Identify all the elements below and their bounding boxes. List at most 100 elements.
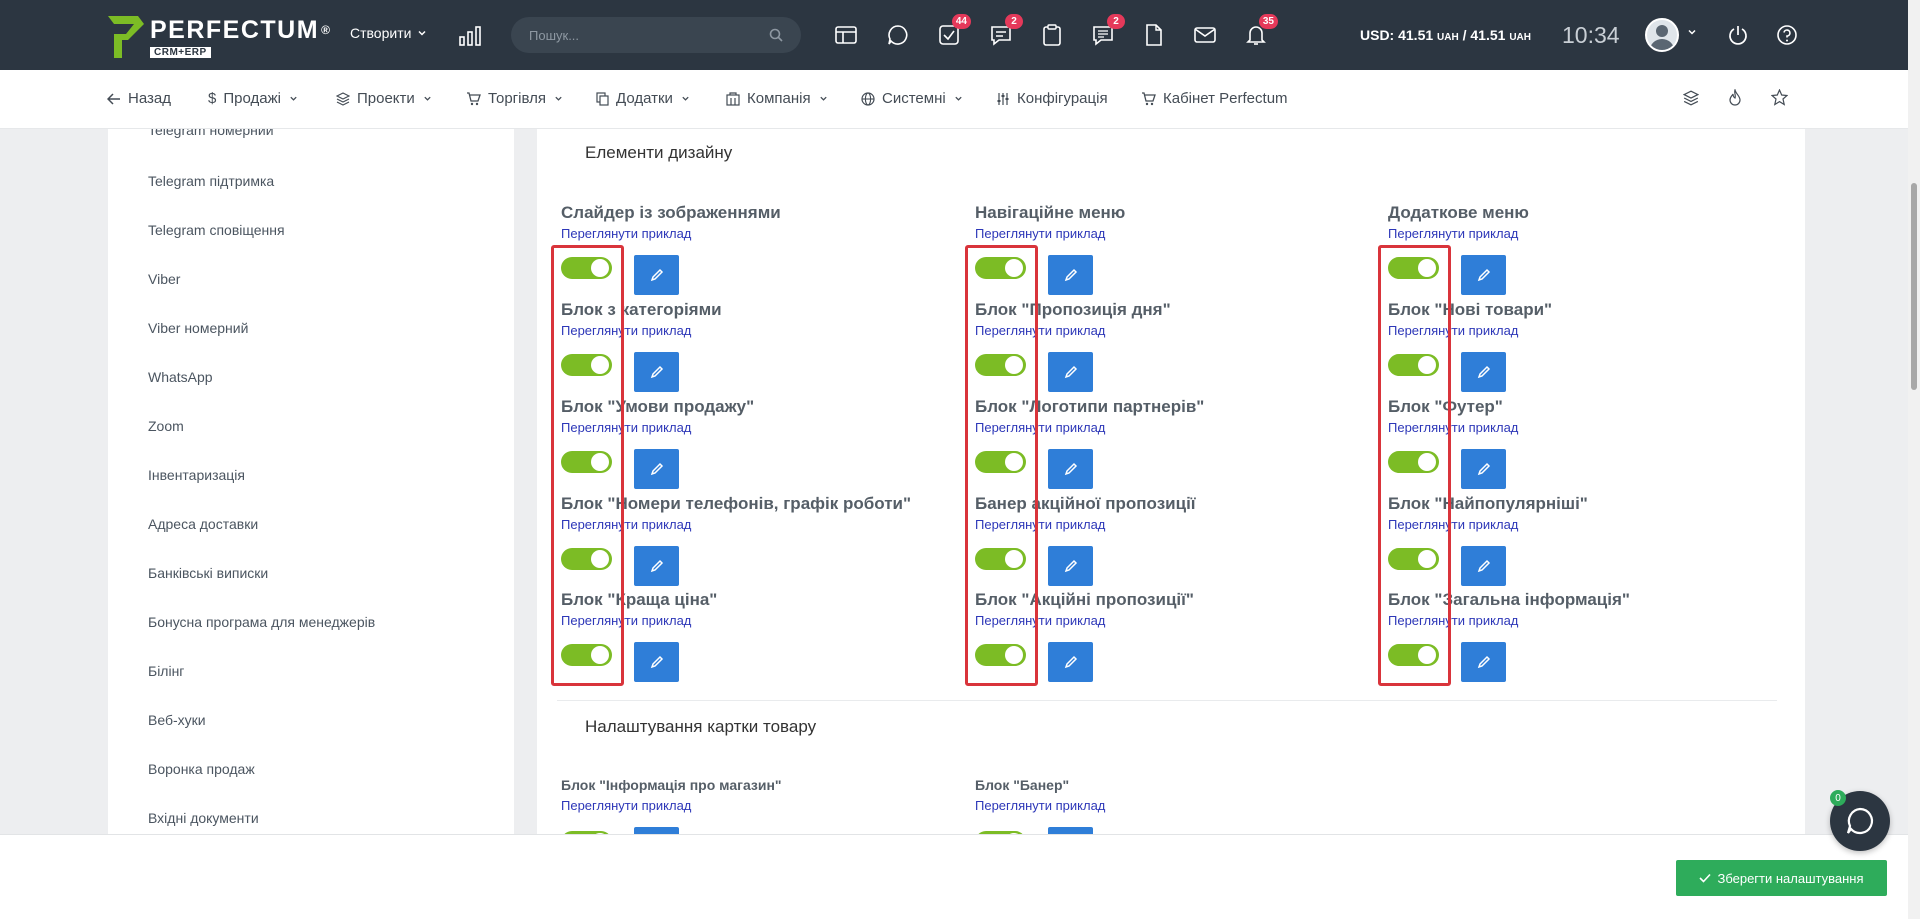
- clipboard-icon[interactable]: [1040, 23, 1064, 47]
- edit-button[interactable]: [1048, 352, 1093, 392]
- logo-mark-icon: [108, 16, 144, 58]
- save-settings-button[interactable]: Зберегти налаштування: [1676, 860, 1887, 896]
- nav-trade-label: Торгівля: [488, 90, 546, 107]
- nav-sales[interactable]: $ Продажі: [208, 90, 298, 107]
- edit-button[interactable]: [1048, 546, 1093, 586]
- view-example-link[interactable]: Переглянути приклад: [975, 226, 1375, 241]
- chevron-down-icon: [682, 96, 689, 101]
- pencil-icon: [650, 559, 663, 573]
- feature-title: Додаткове меню: [1388, 203, 1529, 222]
- toggle-highlight-box: [965, 245, 1038, 686]
- sidebar-item[interactable]: Viber номерний: [148, 320, 248, 336]
- view-example-link[interactable]: Переглянути приклад: [1388, 226, 1788, 241]
- sidebar-item[interactable]: Бонусна програма для менеджерів: [148, 614, 375, 630]
- nav-config[interactable]: Конфігурація: [996, 90, 1108, 107]
- chat-icon[interactable]: [886, 23, 910, 47]
- chevron-down-icon[interactable]: [1687, 27, 1697, 37]
- sidebar-item[interactable]: Адреса доставки: [148, 516, 258, 532]
- notes-icon[interactable]: 2: [1091, 14, 1125, 47]
- nav-projects[interactable]: Проекти: [336, 90, 432, 107]
- messages-badge: 2: [1005, 14, 1023, 29]
- layers-icon: [336, 91, 350, 106]
- help-icon[interactable]: [1775, 23, 1799, 47]
- view-example-link[interactable]: Переглянути приклад: [975, 798, 1375, 813]
- fire-icon[interactable]: [1727, 89, 1743, 107]
- view-example-link[interactable]: Переглянути приклад: [561, 226, 961, 241]
- mail-icon[interactable]: [1193, 23, 1217, 47]
- chat-count-badge: 0: [1830, 790, 1846, 806]
- top-header: PERFECTUM® CRM+ERP Створити 44 2 2: [0, 0, 1920, 70]
- nav-addons[interactable]: Додатки: [596, 90, 690, 107]
- pencil-icon: [1064, 462, 1077, 476]
- notes-badge: 2: [1107, 14, 1125, 29]
- nav-system[interactable]: Системні: [861, 90, 963, 107]
- chevron-down-icon: [424, 96, 431, 101]
- tasks-icon[interactable]: 44: [937, 14, 971, 47]
- logo[interactable]: PERFECTUM ® CRM+ERP: [108, 14, 331, 60]
- table-icon[interactable]: [834, 23, 858, 47]
- search-input[interactable]: [529, 27, 759, 43]
- nav-back[interactable]: Назад: [107, 90, 171, 107]
- globe-icon: [861, 91, 875, 106]
- edit-button[interactable]: [1461, 352, 1506, 392]
- scrollbar-thumb[interactable]: [1911, 183, 1917, 390]
- edit-button[interactable]: [1461, 449, 1506, 489]
- messages-icon[interactable]: 2: [989, 14, 1023, 47]
- bell-icon[interactable]: 35: [1244, 14, 1278, 47]
- edit-button[interactable]: [634, 255, 679, 295]
- nav-trade[interactable]: Торгівля: [466, 90, 563, 107]
- save-settings-label: Зберегти налаштування: [1717, 870, 1864, 886]
- pencil-icon: [1477, 365, 1490, 379]
- create-dropdown[interactable]: Створити: [350, 25, 427, 41]
- pencil-icon: [650, 365, 663, 379]
- sidebar-item[interactable]: Банківські виписки: [148, 565, 268, 581]
- sidebar-item[interactable]: WhatsApp: [148, 369, 213, 385]
- edit-button[interactable]: [634, 546, 679, 586]
- dollar-icon: $: [208, 90, 217, 107]
- pencil-icon: [650, 655, 663, 669]
- sidebar-item[interactable]: Zoom: [148, 418, 184, 434]
- edit-button[interactable]: [634, 642, 679, 682]
- sidebar-item[interactable]: Telegram підтримка: [148, 173, 274, 189]
- feature-block: Додаткове меню Переглянути приклад: [1388, 203, 1788, 241]
- edit-button[interactable]: [1048, 642, 1093, 682]
- arrow-left-icon: [107, 92, 120, 105]
- page-scrollbar[interactable]: [1908, 0, 1920, 919]
- edit-button[interactable]: [1461, 642, 1506, 682]
- view-example-link[interactable]: Переглянути приклад: [561, 798, 961, 813]
- building-icon: [726, 91, 740, 106]
- chevron-down-icon: [955, 96, 962, 101]
- sidebar-item[interactable]: Telegram сповіщення: [148, 222, 285, 238]
- nav-company[interactable]: Компанія: [726, 90, 828, 107]
- sidebar-item[interactable]: Viber: [148, 271, 180, 287]
- feature-block: Блок "Банер" Переглянути приклад: [975, 775, 1375, 813]
- edit-button[interactable]: [1461, 255, 1506, 295]
- nav-cabinet[interactable]: Кабінет Perfectum: [1141, 90, 1288, 107]
- feature-title: Навігаційне меню: [975, 203, 1126, 222]
- star-icon[interactable]: [1771, 89, 1788, 106]
- feature-title: Блок "Інформація про магазин": [561, 777, 782, 793]
- sidebar-item[interactable]: Інвентаризація: [148, 467, 245, 483]
- search-box[interactable]: [511, 17, 801, 53]
- notifications-badge: 35: [1258, 14, 1278, 29]
- edit-button[interactable]: [1461, 546, 1506, 586]
- sidebar-item[interactable]: Воронка продаж: [148, 761, 255, 777]
- layers-icon[interactable]: [1683, 90, 1699, 106]
- feature-title: Слайдер із зображеннями: [561, 203, 781, 222]
- edit-button[interactable]: [634, 352, 679, 392]
- search-icon: [769, 28, 783, 42]
- edit-button[interactable]: [1048, 449, 1093, 489]
- chevron-down-icon: [418, 30, 426, 36]
- chevron-down-icon: [555, 96, 562, 101]
- document-icon[interactable]: [1142, 23, 1166, 47]
- bar-chart-icon[interactable]: [459, 26, 481, 51]
- sidebar-item[interactable]: Веб-хуки: [148, 712, 206, 728]
- edit-button[interactable]: [1048, 255, 1093, 295]
- sidebar-item[interactable]: Telegram номерний: [148, 129, 274, 138]
- power-icon[interactable]: [1726, 23, 1750, 47]
- edit-button[interactable]: [634, 449, 679, 489]
- pencil-icon: [650, 268, 663, 282]
- sidebar-item[interactable]: Білінг: [148, 663, 184, 679]
- avatar[interactable]: [1645, 18, 1679, 52]
- sidebar-item[interactable]: Вхідні документи: [148, 810, 259, 826]
